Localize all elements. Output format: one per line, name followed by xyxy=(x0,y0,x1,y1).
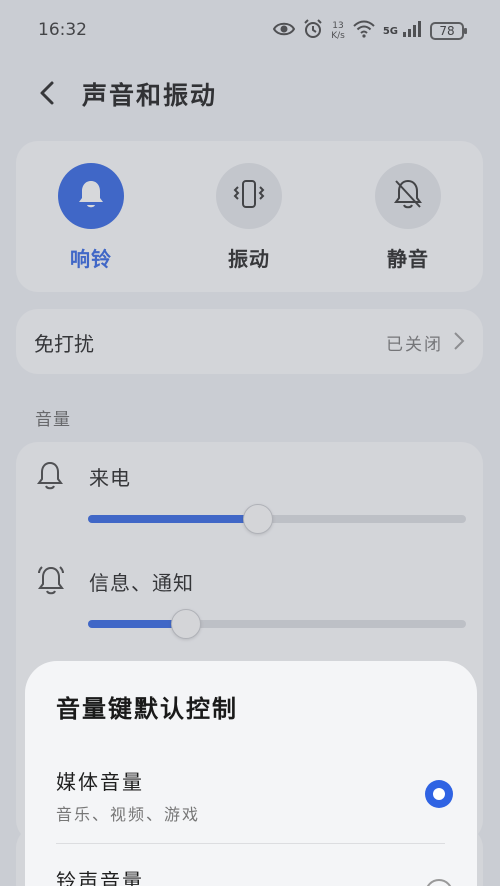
sheet-divider xyxy=(56,843,445,844)
option-media-title: 媒体音量 xyxy=(56,770,144,794)
sheet-title: 音量键默认控制 xyxy=(56,695,238,723)
option-ringtone-title: 铃声音量 xyxy=(56,869,144,886)
volume-key-sheet: 音量键默认控制 媒体音量 音乐、视频、游戏 铃声音量 xyxy=(25,661,477,886)
option-media-subtitle: 音乐、视频、游戏 xyxy=(56,805,201,824)
option-ringtone-volume[interactable]: 铃声音量 xyxy=(56,865,446,886)
settings-screen: 16:32 13 K/s 5G 78 声音和振动 响铃 振动 静音 免打扰 已关… xyxy=(0,0,500,886)
radio-media-volume[interactable] xyxy=(425,780,453,808)
option-media-volume[interactable]: 媒体音量 音乐、视频、游戏 xyxy=(56,766,446,825)
